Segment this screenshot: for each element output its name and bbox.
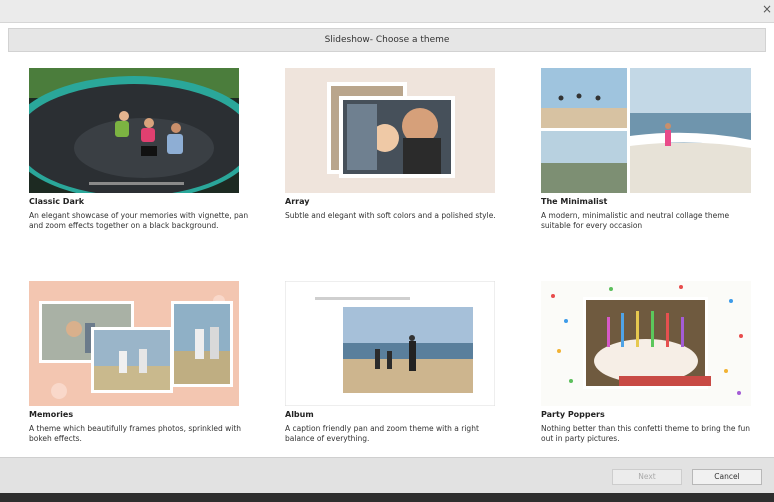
theme-thumbnail-party-poppers[interactable] [541, 281, 751, 406]
theme-title: Memories [29, 410, 74, 419]
close-icon[interactable]: × [762, 3, 772, 15]
theme-thumbnail-memories[interactable] [29, 281, 239, 406]
theme-description: Subtle and elegant with soft colors and … [285, 211, 496, 220]
theme-title: Classic Dark [29, 197, 85, 206]
theme-title: Party Poppers [541, 410, 605, 419]
theme-description: An elegant showcase of your memories wit… [29, 211, 249, 230]
cancel-button[interactable]: Cancel [692, 469, 762, 485]
theme-thumbnail-classic-dark[interactable] [29, 68, 239, 193]
theme-thumbnail-album[interactable] [285, 281, 495, 406]
theme-title: The Minimalist [541, 197, 608, 206]
theme-grid: Classic Dark An elegant showcase of your… [8, 53, 766, 457]
theme-description: A theme which beautifully frames photos,… [29, 424, 242, 443]
theme-thumbnail-array[interactable] [285, 68, 495, 193]
dialog-footer: Next Cancel [0, 457, 774, 493]
theme-description: A caption friendly pan and zoom theme wi… [285, 424, 479, 443]
slideshow-theme-dialog: × Slideshow- Choose a theme Classic Dark… [0, 0, 774, 493]
next-button[interactable]: Next [612, 469, 682, 485]
window-bottom-bar [0, 493, 774, 502]
dialog-title: Slideshow- Choose a theme [8, 28, 766, 52]
theme-title: Album [285, 410, 314, 419]
theme-thumbnail-the-minimalist[interactable] [541, 68, 751, 193]
window-top-strip: × [0, 0, 774, 23]
theme-description: Nothing better than this confetti theme … [541, 424, 750, 443]
theme-description: A modern, minimalistic and neutral colla… [541, 211, 730, 230]
theme-title: Array [285, 197, 310, 206]
